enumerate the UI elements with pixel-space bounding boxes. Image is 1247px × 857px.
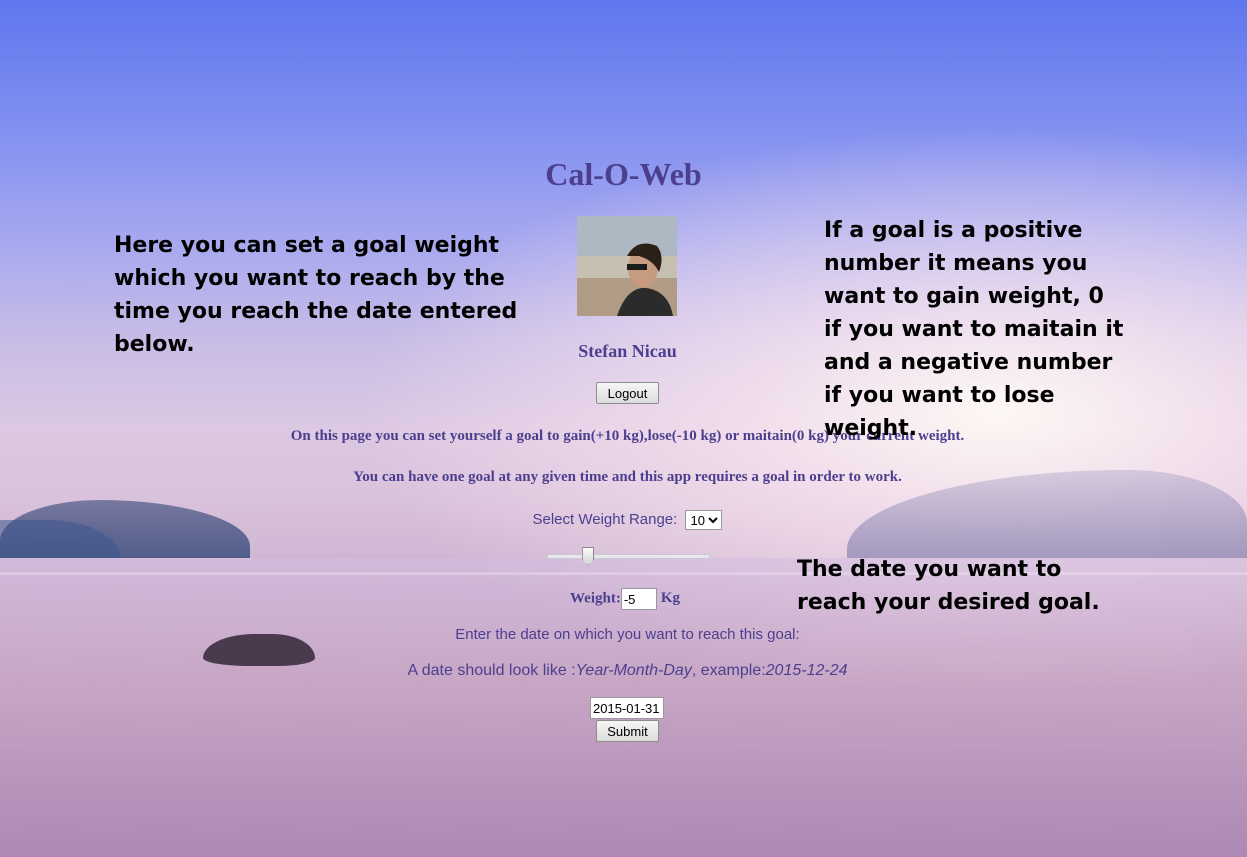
annotation-goal-date: The date you want to reach your desired …: [797, 557, 1100, 615]
submit-button[interactable]: Submit: [596, 720, 659, 742]
date-input[interactable]: [590, 697, 664, 719]
date-format-hint: A date should look like :Year-Month-Day,…: [0, 662, 1247, 680]
weight-row: Weight: Kg: [570, 588, 680, 610]
date-hint-example: 2015-12-24: [765, 662, 848, 679]
weight-unit: Kg: [660, 590, 681, 607]
date-hint-prefix: A date should look like :: [407, 662, 576, 679]
weight-label: Weight:: [570, 590, 621, 607]
weight-slider-track[interactable]: [547, 554, 710, 559]
page-title: Cal-O-Web: [545, 156, 702, 192]
avatar: [577, 216, 677, 316]
date-hint-mid: , example:: [691, 662, 766, 679]
avatar-photo: [577, 216, 677, 316]
annotation-goal-sign: If a goal is a positive number it means …: [824, 218, 1124, 441]
date-label: Enter the date on which you want to reac…: [455, 626, 800, 643]
weight-range-select[interactable]: 10: [685, 510, 723, 530]
weight-range-label: Select Weight Range:: [532, 510, 678, 528]
weight-input[interactable]: [620, 588, 657, 610]
logout-button[interactable]: Logout: [596, 382, 659, 404]
weight-range-row: Select Weight Range: 10: [0, 510, 1247, 530]
info-text-requirement: You can have one goal at any given time …: [353, 469, 902, 485]
annotation-goal-weight: Here you can set a goal weight which you…: [114, 233, 518, 357]
date-hint-format: Year-Month-Day: [575, 662, 692, 679]
